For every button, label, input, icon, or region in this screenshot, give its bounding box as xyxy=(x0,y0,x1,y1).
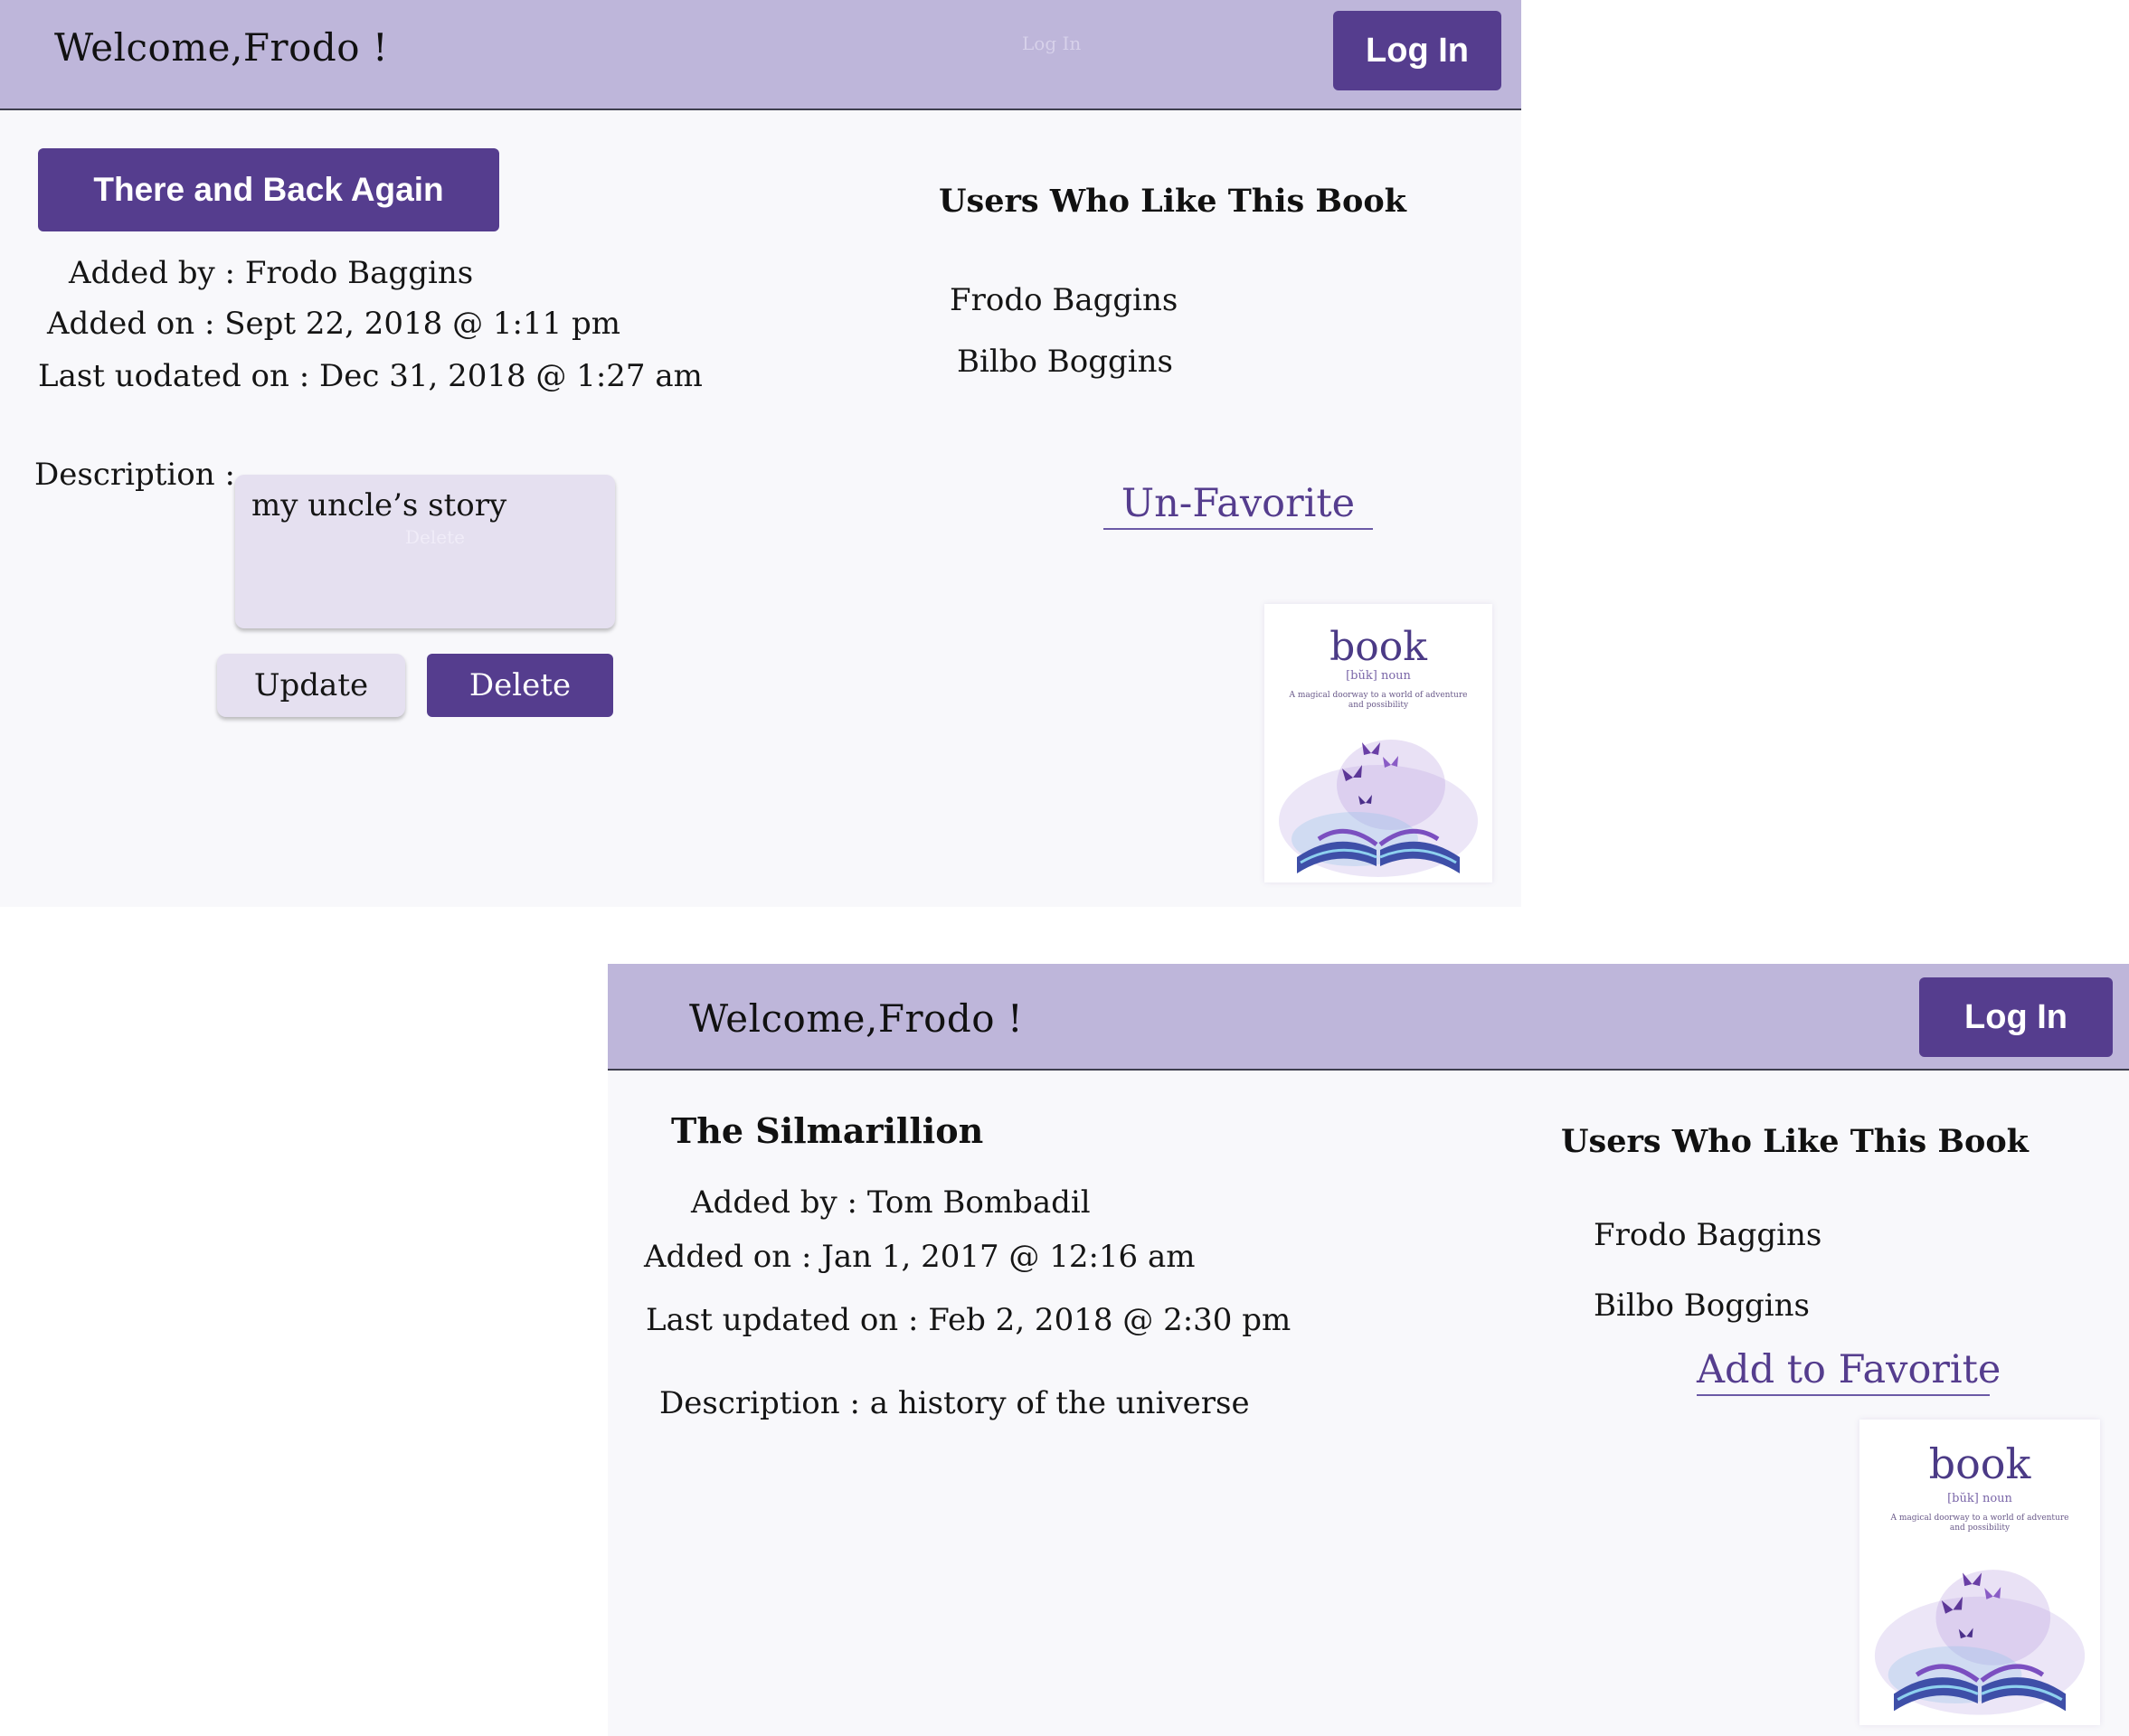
book-detail-screen-owner: Welcome,Frodo ! Log In Log In There and … xyxy=(0,0,1521,907)
cover-tagline: A magical doorway to a world of adventur… xyxy=(1890,1514,2069,1533)
description-textarea[interactable]: my uncle’s story xyxy=(235,475,615,628)
login-button[interactable]: Log In xyxy=(1919,977,2113,1057)
login-button[interactable]: Log In xyxy=(1333,11,1501,90)
liker-item: Frodo Baggins xyxy=(1594,1217,1822,1253)
likes-heading: Users Who Like This Book xyxy=(1561,1123,2029,1160)
likes-heading: Users Who Like This Book xyxy=(939,183,1406,220)
cover-pronunciation: [bŭk] noun xyxy=(1346,669,1411,683)
cover-pronunciation: [bŭk] noun xyxy=(1947,1492,2012,1505)
add-to-favorite-link[interactable]: Add to Favorite xyxy=(1697,1347,2001,1396)
faint-login-text: Log In xyxy=(1022,33,1082,54)
top-nav-bar: Welcome,Frodo ! Log In Log In xyxy=(0,0,1521,110)
description-value: my uncle’s story xyxy=(251,487,507,524)
added-by-text: Added by : Frodo Baggins xyxy=(69,255,474,291)
last-updated-text: Last updated on : Feb 2, 2018 @ 2:30 pm xyxy=(646,1302,1292,1338)
added-on-text: Added on : Sept 22, 2018 @ 1:11 pm xyxy=(47,306,621,342)
update-button[interactable]: Update xyxy=(217,654,405,717)
faint-delete-text: Delete xyxy=(405,526,465,548)
open-book-butterflies-icon xyxy=(1874,1570,2086,1715)
welcome-message: Welcome,Frodo ! xyxy=(689,996,1024,1041)
top-nav-bar: Welcome,Frodo ! Log In xyxy=(608,964,2129,1071)
liker-item: Frodo Baggins xyxy=(950,282,1178,318)
last-updated-text: Last uodated on : Dec 31, 2018 @ 1:27 am xyxy=(38,358,703,394)
delete-button[interactable]: Delete xyxy=(427,654,613,717)
book-cover-image: book [bŭk] noun A magical doorway to a w… xyxy=(1859,1420,2100,1725)
open-book-butterflies-icon xyxy=(1279,740,1478,877)
book-cover-image: book [bŭk] noun A magical doorway to a w… xyxy=(1264,604,1492,882)
cover-tagline: A magical doorway to a world of adventur… xyxy=(1289,691,1468,710)
cover-word: book xyxy=(1928,1439,2031,1488)
liker-item: Bilbo Boggins xyxy=(957,344,1173,380)
description-label: Description : xyxy=(34,457,235,493)
liker-item: Bilbo Boggins xyxy=(1594,1288,1810,1324)
added-on-text: Added on : Jan 1, 2017 @ 12:16 am xyxy=(644,1239,1196,1275)
book-title: The Silmarillion xyxy=(671,1110,984,1151)
welcome-message: Welcome,Frodo ! xyxy=(54,25,389,70)
unfavorite-link[interactable]: Un-Favorite xyxy=(1103,481,1373,530)
added-by-text: Added by : Tom Bombadil xyxy=(691,1184,1091,1221)
book-title-button[interactable]: There and Back Again xyxy=(38,148,499,231)
description-text: Description : a history of the universe xyxy=(659,1385,1250,1421)
cover-word: book xyxy=(1329,624,1427,670)
book-detail-screen-viewer: Welcome,Frodo ! Log In The Silmarillion … xyxy=(608,964,2129,1736)
